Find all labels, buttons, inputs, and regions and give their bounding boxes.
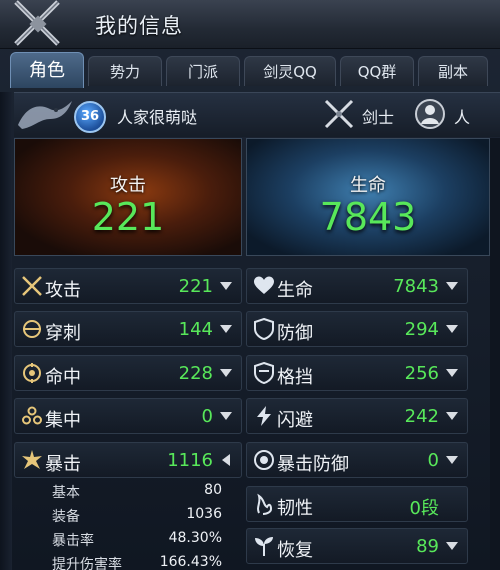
stat-label: 闪避 [277,410,313,431]
heart-icon [254,276,274,294]
stat-label: 攻击 [45,280,81,301]
tab-jianling-qq[interactable]: 剑灵QQ [244,56,336,86]
expand-arrow-icon[interactable] [446,412,458,420]
stat-row-block[interactable]: 格挡 256 [246,355,468,391]
stat-row-recovery[interactable]: 恢复 89 [246,528,468,564]
character-header: 36 人家很萌哒 剑士 人 [14,92,500,137]
attack-summary-value: 221 [91,195,165,239]
tab-dungeon[interactable]: 副本 [418,56,488,86]
recovery-sprout-icon [255,537,273,556]
scrollbar[interactable] [490,138,500,570]
tab-faction[interactable]: 势力 [88,56,162,86]
stat-row-defense[interactable]: 防御 294 [246,311,468,347]
expand-arrow-icon[interactable] [446,542,458,550]
stat-value: 256 [404,363,439,384]
stat-value: 228 [178,363,213,384]
evade-bolt-icon [257,406,271,426]
stat-label: 恢复 [277,540,313,561]
crit-detail-value: 166.43% [159,554,222,570]
stat-label: 暴击 [45,454,81,475]
window-title: 我的信息 [95,14,183,38]
expand-arrow-icon[interactable] [446,456,458,464]
stat-row-pierce[interactable]: 穿刺 144 [14,311,242,347]
stat-row-focus[interactable]: 集中 0 [14,398,242,434]
crit-detail-label: 暴击率 [52,533,94,549]
stat-label: 穿刺 [45,323,81,344]
stat-value: 89 [416,536,439,557]
expand-arrow-icon[interactable] [446,325,458,333]
crit-detail-value: 48.30% [168,530,222,546]
race-label: 人 [454,108,471,127]
stat-row-crit-defense[interactable]: 暴击防御 0 [246,442,468,478]
dragon-crest-icon [18,101,72,129]
stat-label: 集中 [45,410,81,431]
crit-detail-value: 1036 [186,506,222,522]
toughness-icon [257,493,273,515]
stat-label: 格挡 [277,367,313,388]
stat-value: 294 [404,319,439,340]
attack-summary-label: 攻击 [110,175,146,196]
stat-label: 韧性 [277,498,313,519]
stat-value: 0 [427,450,439,471]
crit-detail-label: 装备 [52,509,80,525]
swordsman-class-icon [324,99,354,129]
critical-burst-icon [22,450,42,469]
character-info-window: 我的信息 角色 势力 门派 剑灵QQ QQ群 副本 36 人家很萌哒 剑士 人 … [0,0,500,570]
crit-detail-row: 装备 1036 [14,506,242,528]
health-summary-label: 生命 [350,175,386,196]
shield-icon [254,318,274,340]
stat-value: 221 [178,276,213,297]
expand-arrow-icon[interactable] [220,369,232,377]
health-summary-panel: 生命 7843 [246,138,490,256]
stat-value: 1116 [167,450,213,471]
title-bar[interactable]: 我的信息 [0,0,500,49]
tab-bar: 角色 势力 门派 剑灵QQ QQ群 副本 [10,52,500,88]
crit-detail-value: 80 [204,482,222,498]
focus-icon [22,406,42,425]
attack-summary-panel: 攻击 221 [14,138,242,256]
stat-row-evasion[interactable]: 闪避 242 [246,398,468,434]
collapse-arrow-icon[interactable] [222,454,230,466]
crit-detail-label: 提升伤害率 [52,557,122,570]
stat-row-critical[interactable]: 暴击 1116 [14,442,242,478]
player-name: 人家很萌哒 [117,108,198,127]
block-shield-icon [254,362,274,384]
stat-label: 暴击防御 [277,454,349,475]
expand-arrow-icon[interactable] [446,282,458,290]
pierce-icon [23,320,41,338]
stat-row-attack[interactable]: 攻击 221 [14,268,242,304]
stat-value: 0段 [409,498,439,519]
left-frame-edge [0,92,12,570]
tab-sect[interactable]: 门派 [166,56,240,86]
crit-detail-row: 提升伤害率 166.43% [14,554,242,570]
stat-value: 7843 [393,276,439,297]
expand-arrow-icon[interactable] [220,412,232,420]
crit-detail-row: 暴击率 48.30% [14,530,242,552]
stat-row-toughness[interactable]: 韧性 0段 [246,486,468,522]
stat-label: 命中 [45,367,81,388]
stat-label: 生命 [277,280,313,301]
crit-detail-row: 基本 80 [14,482,242,504]
level-badge: 36 [74,101,106,133]
critical-details: 基本 80 装备 1036 暴击率 48.30% 提升伤害率 166.43% [14,478,242,570]
stat-value: 144 [178,319,213,340]
crossed-swords-emblem-icon [14,0,60,46]
expand-arrow-icon[interactable] [446,369,458,377]
crit-detail-label: 基本 [52,485,80,501]
expand-arrow-icon[interactable] [220,282,232,290]
stat-value: 0 [201,406,213,427]
human-race-icon [415,99,445,129]
crit-defense-icon [254,450,274,470]
class-label: 剑士 [362,108,395,127]
stat-label: 防御 [277,323,313,344]
stat-row-health[interactable]: 生命 7843 [246,268,468,304]
tab-character[interactable]: 角色 [10,52,84,88]
crossed-swords-icon [22,276,42,296]
stat-row-accuracy[interactable]: 命中 228 [14,355,242,391]
target-icon [23,363,41,383]
stat-value: 242 [404,406,439,427]
health-summary-value: 7843 [319,195,417,239]
tab-qq-group[interactable]: QQ群 [340,56,414,86]
expand-arrow-icon[interactable] [220,325,232,333]
